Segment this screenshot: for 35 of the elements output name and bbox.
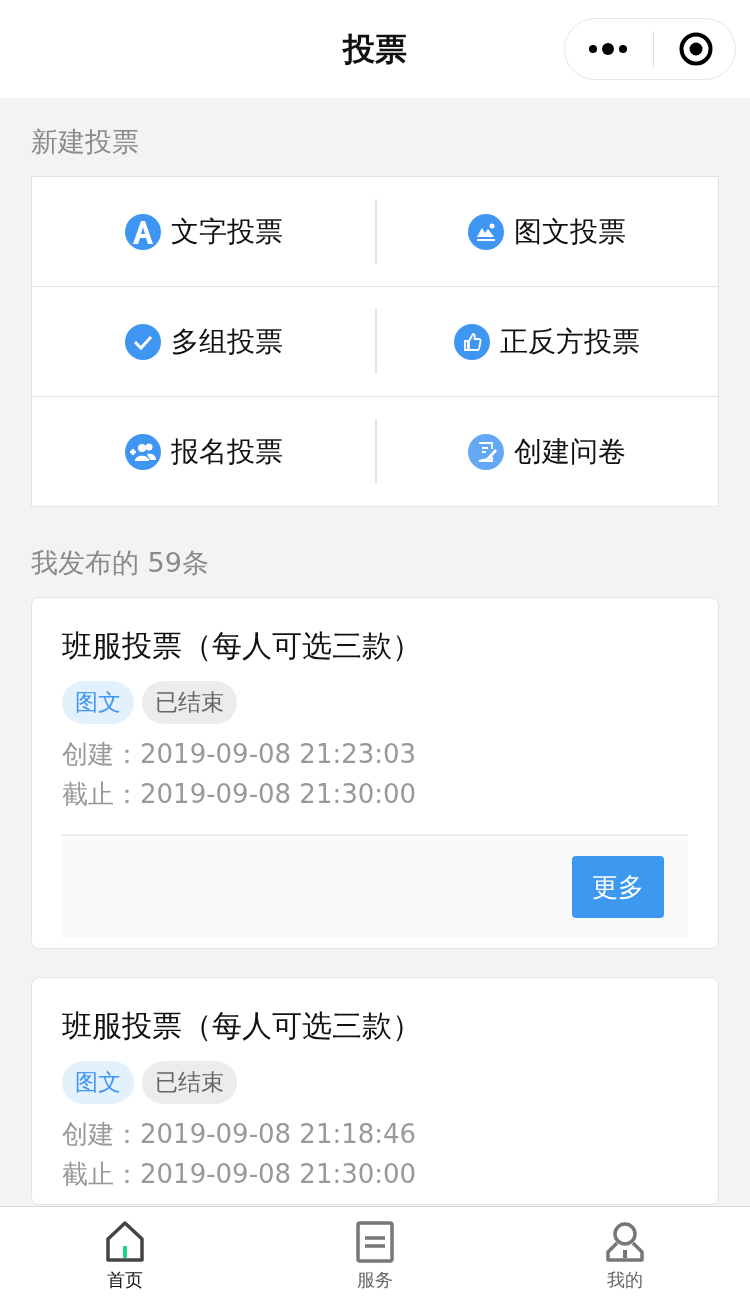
tag: 图文 — [62, 681, 134, 724]
create-option[interactable]: 报名投票 — [124, 432, 283, 471]
more-icon[interactable] — [587, 42, 628, 56]
tab[interactable]: 服务 — [250, 1207, 500, 1304]
create-option[interactable]: 图文投票 — [467, 212, 626, 251]
check-icon — [124, 323, 161, 360]
vote-title: 班服投票（每人可选三款） — [62, 627, 423, 665]
vote-card[interactable]: 班服投票（每人可选三款） 图文 已结束 创建：2019-09-08 21:23:03 截止：2019-09-08 21:30:00 更多 — [31, 597, 719, 949]
thumbs-up-icon — [453, 323, 490, 360]
tag: 已结束 — [142, 681, 237, 724]
vote-title: 班服投票（每人可选三款） — [62, 1007, 423, 1045]
tab[interactable]: 首页 — [0, 1207, 250, 1304]
create-option[interactable]: 多组投票 — [124, 322, 283, 361]
created-time: 创建：2019-09-08 21:18:46 — [62, 1118, 418, 1151]
document-icon — [355, 1219, 395, 1264]
home-icon — [105, 1219, 145, 1264]
created-time: 创建：2019-09-08 21:23:03 — [62, 738, 418, 771]
tag: 已结束 — [142, 1061, 237, 1104]
create-option[interactable]: 文字投票 — [124, 212, 283, 251]
edit-form-icon — [467, 433, 504, 470]
tag: 图文 — [62, 1061, 134, 1104]
image-icon — [467, 213, 504, 250]
vote-card[interactable]: 班服投票（每人可选三款） 图文 已结束 创建：2019-09-08 21:18:46 截止：2019-09-08 21:30:00 — [31, 977, 719, 1205]
close-icon[interactable] — [678, 32, 713, 66]
section-heading: 我发布的 59条 — [31, 546, 210, 580]
user-icon — [605, 1219, 645, 1264]
page-title: 投票 — [343, 29, 407, 70]
add-people-icon — [124, 433, 161, 470]
deadline-time: 截止：2019-09-08 21:30:00 — [62, 778, 418, 811]
tab[interactable]: 我的 — [500, 1207, 750, 1304]
section-heading: 新建投票 — [31, 125, 140, 159]
create-option[interactable]: 正反方投票 — [453, 322, 640, 361]
deadline-time: 截止：2019-09-08 21:30:00 — [62, 1158, 418, 1191]
letter-icon — [124, 213, 161, 250]
create-option[interactable]: 创建问卷 — [467, 432, 626, 471]
